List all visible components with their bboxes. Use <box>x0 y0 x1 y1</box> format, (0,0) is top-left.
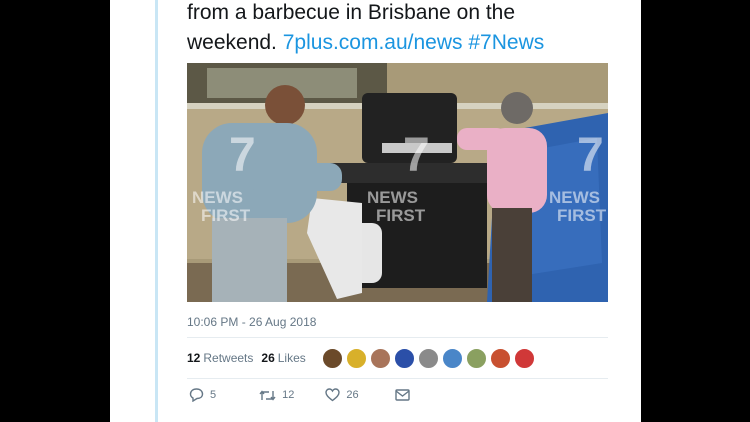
liker-avatar-2[interactable] <box>346 348 367 369</box>
tweet-link[interactable]: 7plus.com.au/news <box>283 31 463 54</box>
liker-avatar-7[interactable] <box>466 348 487 369</box>
watermark-logo-right: 7 <box>577 129 604 182</box>
message-button[interactable] <box>394 389 410 401</box>
watermark-logo-center: 7 <box>403 129 430 182</box>
tweet-video[interactable]: 7 NEWS FIRST 7 NEWS FIRST 7 NEWS FIRST <box>187 63 608 302</box>
watermark-center-line2: FIRST <box>376 206 426 225</box>
watermark-right-line2: FIRST <box>557 206 607 225</box>
retweets-count: 12 <box>187 351 201 365</box>
reply-button[interactable]: 5 <box>189 388 216 402</box>
retweets-label: Retweets <box>203 351 254 365</box>
tweet-actions: 5 12 26 <box>189 388 437 402</box>
tweet-card: from a barbecue in Brisbane on the weeke… <box>110 0 641 422</box>
heart-icon <box>325 388 341 402</box>
liker-avatar-5[interactable] <box>418 348 439 369</box>
retweet-count: 12 <box>282 389 295 401</box>
retweet-icon <box>259 389 276 401</box>
likes-stat[interactable]: 26 Likes <box>261 351 305 365</box>
tweet-stats: 12 Retweets 26 Likes <box>187 351 306 365</box>
divider-bottom <box>187 378 608 379</box>
liker-avatar-1[interactable] <box>322 348 343 369</box>
liker-avatar-4[interactable] <box>394 348 415 369</box>
liker-avatar-6[interactable] <box>442 348 463 369</box>
reply-icon <box>189 388 204 402</box>
video-frame: 7 NEWS FIRST 7 NEWS FIRST 7 NEWS FIRST <box>187 63 608 302</box>
tweet-timestamp[interactable]: 10:06 PM - 26 Aug 2018 <box>187 315 316 329</box>
like-count: 26 <box>346 389 359 401</box>
watermark-center-line1: NEWS <box>367 188 418 207</box>
tweet-text-line2: weekend. <box>187 31 277 54</box>
thread-rail <box>155 0 158 422</box>
watermark-right-line1: NEWS <box>549 188 600 207</box>
divider-top <box>187 337 608 338</box>
watermark-left-line2: FIRST <box>201 206 251 225</box>
watermark-left-line1: NEWS <box>192 188 243 207</box>
reply-count: 5 <box>210 389 217 401</box>
likes-label: Likes <box>277 351 306 365</box>
liker-avatar-9[interactable] <box>514 348 535 369</box>
like-button[interactable]: 26 <box>325 388 359 402</box>
watermark-logo-left: 7 <box>229 129 256 182</box>
likes-count: 26 <box>261 351 275 365</box>
tweet-text: from a barbecue in Brisbane on the weeke… <box>187 0 627 58</box>
liker-avatar-3[interactable] <box>370 348 391 369</box>
retweet-button[interactable]: 12 <box>259 389 294 402</box>
hashtag-link[interactable]: #7News <box>468 31 544 54</box>
tweet-text-line1: from a barbecue in Brisbane on the <box>187 1 516 24</box>
retweets-stat[interactable]: 12 Retweets <box>187 351 253 365</box>
liker-avatar-8[interactable] <box>490 348 511 369</box>
liker-avatars <box>322 348 535 369</box>
envelope-icon <box>394 389 410 401</box>
